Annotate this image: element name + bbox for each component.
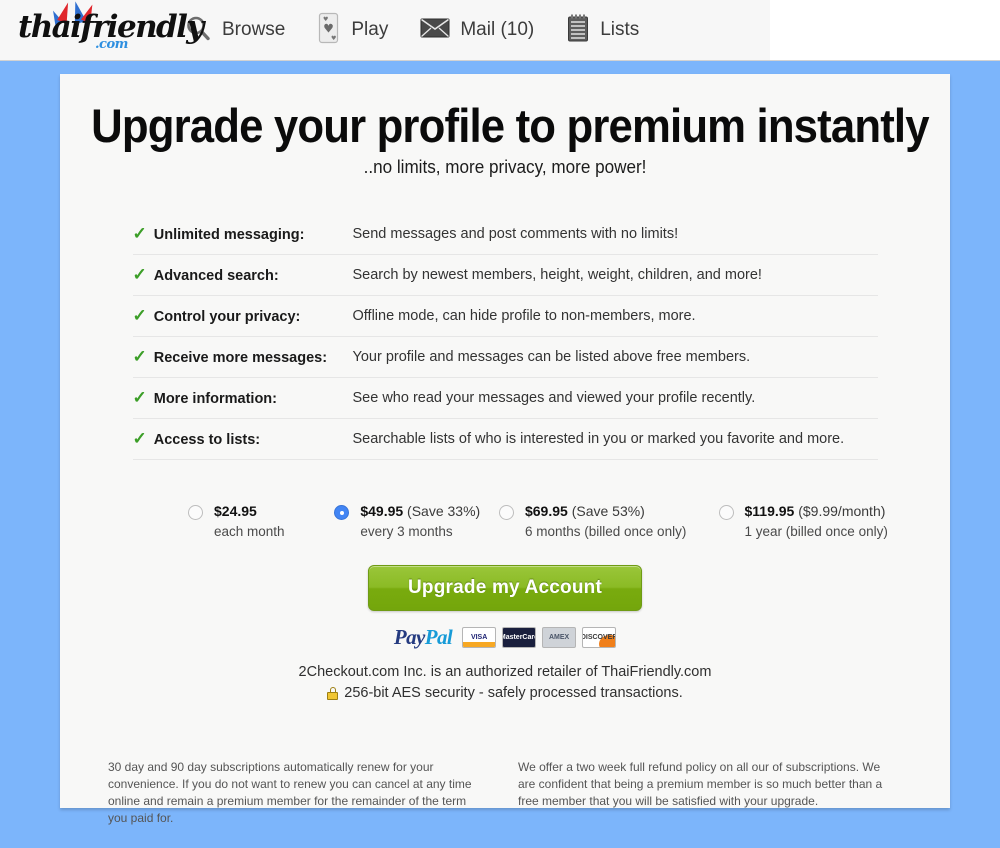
top-navigation-inner: thaifriendly .com Browse ♥ ♥ ♥ Play Mail… bbox=[0, 0, 770, 60]
plan-term-quarterly: every 3 months bbox=[360, 523, 453, 539]
plan-option-monthly[interactable]: $24.95 each month bbox=[80, 502, 334, 541]
mastercard-label: MasterCard bbox=[503, 634, 535, 642]
plan-radio-quarterly[interactable] bbox=[334, 505, 350, 520]
plan-price-semiannual: $69.95 bbox=[524, 503, 568, 519]
checkmark-icon: ✓ bbox=[132, 429, 147, 448]
plan-price-annual: $119.95 bbox=[744, 503, 795, 519]
fine-print-refund: We offer a two week full refund policy o… bbox=[518, 760, 883, 809]
plan-term-semiannual: 6 months (billed once only) bbox=[524, 523, 687, 539]
plan-price-line-annual: $119.95 ($9.99/month) bbox=[745, 503, 886, 519]
table-row: ✓ More information: See who read your mes… bbox=[132, 378, 878, 419]
playing-card-heart-icon: ♥ ♥ ♥ bbox=[317, 12, 341, 49]
amex-card-label: AMEX bbox=[548, 634, 570, 642]
discover-card-label: DISCOVER bbox=[582, 634, 617, 642]
feature-description: See who read your messages and viewed yo… bbox=[352, 390, 756, 406]
plan-price-quarterly: $49.95 bbox=[360, 503, 404, 519]
checkmark-icon: ✓ bbox=[132, 224, 147, 243]
checkmark-icon: ✓ bbox=[132, 306, 147, 325]
envelope-icon bbox=[420, 16, 450, 45]
plan-note-quarterly: (Save 33%) bbox=[403, 503, 481, 519]
feature-label: More information: bbox=[153, 391, 277, 407]
plan-text-annual: $119.95 ($9.99/month) 1 year (billed onc… bbox=[745, 502, 888, 541]
fine-print-renewal: 30 day and 90 day subscriptions automati… bbox=[108, 760, 472, 826]
plan-note-annual: ($9.99/month) bbox=[794, 503, 886, 519]
plan-radio-annual[interactable] bbox=[718, 505, 734, 520]
plan-radio-semiannual[interactable] bbox=[498, 505, 514, 520]
plan-option-annual[interactable]: $119.95 ($9.99/month) 1 year (billed onc… bbox=[718, 502, 939, 541]
nav-item-browse-label: Browse bbox=[222, 19, 286, 40]
table-row: ✓ Unlimited messaging: Send messages and … bbox=[132, 214, 878, 255]
feature-label-cell: ✓ Unlimited messaging: bbox=[133, 214, 353, 255]
feature-description: Your profile and messages can be listed … bbox=[352, 349, 751, 365]
plan-price-monthly: $24.95 bbox=[214, 503, 257, 519]
site-logo[interactable]: thaifriendly .com bbox=[0, 0, 204, 60]
feature-label: Access to lists: bbox=[153, 432, 261, 448]
feature-description: Search by newest members, height, weight… bbox=[352, 267, 762, 283]
discover-card-logo: DISCOVER bbox=[582, 627, 617, 649]
upgrade-card: Upgrade your profile to premium instantl… bbox=[60, 74, 950, 825]
retailer-notice: 2Checkout.com Inc. is an authorized reta… bbox=[298, 664, 712, 681]
plan-text-quarterly: $49.95 (Save 33%) every 3 months bbox=[360, 502, 480, 541]
plan-text-monthly: $24.95 each month bbox=[214, 502, 285, 541]
feature-label: Receive more messages: bbox=[153, 350, 328, 366]
cta-container: Upgrade my Account bbox=[60, 565, 950, 612]
security-notice: 256-bit AES security - safely processed … bbox=[60, 685, 950, 701]
paypal-logo-part-two: Pal bbox=[424, 625, 453, 650]
plan-radio-monthly[interactable] bbox=[188, 505, 203, 520]
amex-card-logo: AMEX bbox=[542, 627, 577, 649]
plan-price-line-semiannual: $69.95 (Save 53%) bbox=[525, 503, 645, 519]
checkmark-icon: ✓ bbox=[132, 388, 147, 407]
feature-label: Unlimited messaging: bbox=[153, 227, 305, 243]
visa-card-label: VISA bbox=[470, 634, 488, 642]
lock-icon bbox=[327, 686, 339, 700]
nav-item-lists[interactable]: Lists bbox=[550, 0, 655, 60]
plan-term-annual: 1 year (billed once only) bbox=[744, 523, 888, 539]
feature-label-cell: ✓ Advanced search: bbox=[133, 255, 353, 296]
fine-print-footer: 30 day and 90 day subscriptions automati… bbox=[60, 759, 950, 827]
plan-option-semiannual[interactable]: $69.95 (Save 53%) 6 months (billed once … bbox=[498, 502, 719, 541]
plan-price-line-monthly: $24.95 bbox=[214, 503, 257, 519]
nav-item-mail[interactable]: Mail (10) bbox=[404, 0, 550, 60]
upgrade-account-button[interactable]: Upgrade my Account bbox=[368, 565, 642, 612]
top-navigation-bar: thaifriendly .com Browse ♥ ♥ ♥ Play Mail… bbox=[0, 0, 1000, 61]
visa-card-logo: VISA bbox=[462, 627, 497, 649]
svg-text:♥: ♥ bbox=[323, 21, 334, 35]
feature-label: Advanced search: bbox=[153, 268, 279, 284]
plan-selector: $24.95 each month $49.95 (Save 33%) ever… bbox=[60, 502, 950, 541]
plan-option-quarterly[interactable]: $49.95 (Save 33%) every 3 months bbox=[334, 502, 499, 541]
logo-dotcom: .com bbox=[95, 37, 128, 52]
table-row: ✓ Control your privacy: Offline mode, can… bbox=[132, 296, 878, 337]
feature-label-cell: ✓ Access to lists: bbox=[133, 419, 353, 460]
notepad-icon bbox=[566, 13, 590, 48]
nav-item-play[interactable]: ♥ ♥ ♥ Play bbox=[301, 0, 404, 60]
payment-logos: PayPal VISA MasterCard AMEX DISCOVER bbox=[60, 625, 950, 650]
paypal-logo-part-one: Pay bbox=[393, 625, 425, 650]
mastercard-logo: MasterCard bbox=[502, 627, 537, 649]
checkmark-icon: ✓ bbox=[132, 347, 147, 366]
feature-label-cell: ✓ More information: bbox=[133, 378, 353, 419]
page-subtitle: ..no limits, more privacy, more power! bbox=[363, 157, 647, 177]
plan-term-monthly: each month bbox=[214, 523, 285, 539]
feature-description: Offline mode, can hide profile to non-me… bbox=[352, 308, 696, 324]
table-row: ✓ Receive more messages: Your profile and… bbox=[132, 337, 878, 378]
plan-note-semiannual: (Save 53%) bbox=[567, 503, 645, 519]
feature-label-cell: ✓ Receive more messages: bbox=[133, 337, 353, 378]
feature-description: Searchable lists of who is interested in… bbox=[352, 431, 845, 447]
nav-item-lists-label: Lists bbox=[600, 19, 640, 40]
page-title: Upgrade your profile to premium instantl… bbox=[91, 99, 929, 152]
feature-description: Send messages and post comments with no … bbox=[352, 226, 679, 242]
premium-features-table: ✓ Unlimited messaging: Send messages and … bbox=[132, 214, 878, 460]
plan-text-semiannual: $69.95 (Save 53%) 6 months (billed once … bbox=[525, 502, 686, 541]
table-row: ✓ Access to lists: Searchable lists of wh… bbox=[132, 419, 878, 460]
table-row: ✓ Advanced search: Search by newest membe… bbox=[132, 255, 878, 296]
checkmark-icon: ✓ bbox=[132, 265, 147, 284]
feature-label-cell: ✓ Control your privacy: bbox=[133, 296, 353, 337]
nav-item-play-label: Play bbox=[351, 19, 389, 40]
svg-text:♥: ♥ bbox=[331, 35, 336, 42]
nav-item-mail-label: Mail (10) bbox=[460, 19, 535, 40]
feature-label: Control your privacy: bbox=[153, 309, 301, 325]
paypal-logo: PayPal bbox=[393, 625, 453, 650]
plan-price-line-quarterly: $49.95 (Save 33%) bbox=[360, 503, 480, 519]
security-notice-label: 256-bit AES security - safely processed … bbox=[344, 685, 683, 702]
